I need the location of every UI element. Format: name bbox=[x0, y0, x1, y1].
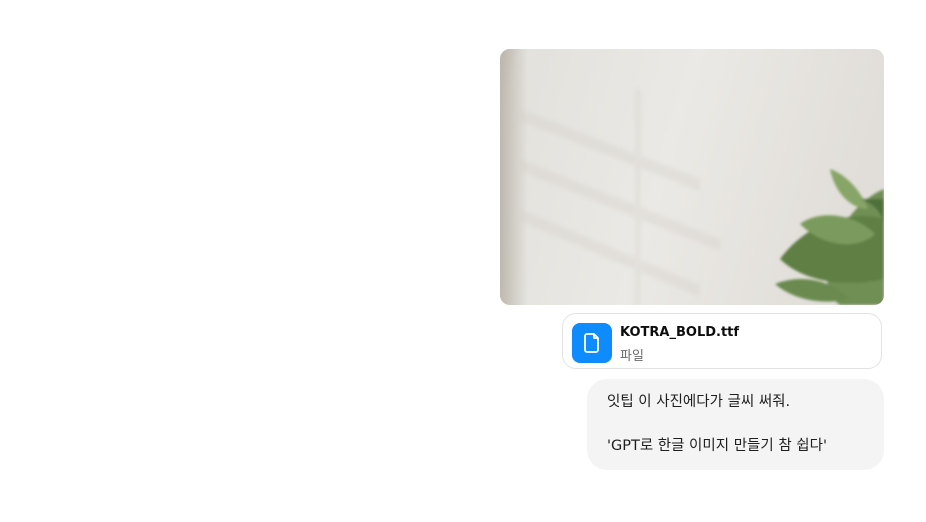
user-message-bubble: 잇팁 이 사진에다가 글씨 써줘. 'GPT로 한글 이미지 만들기 참 쉽다' bbox=[587, 379, 884, 470]
message-line-1: 잇팁 이 사진에다가 글씨 써줘. bbox=[607, 394, 791, 410]
file-name: KOTRA_BOLD.ttf bbox=[620, 325, 740, 340]
file-attachment-card[interactable]: KOTRA_BOLD.ttf 파일 bbox=[562, 313, 882, 369]
photo-wall-plant-image bbox=[500, 49, 884, 305]
attached-photo[interactable] bbox=[500, 49, 884, 305]
file-icon-badge bbox=[572, 323, 612, 363]
file-type-label: 파일 bbox=[620, 349, 644, 364]
message-line-2: 'GPT로 한글 이미지 만들기 참 쉽다' bbox=[607, 438, 827, 454]
document-icon bbox=[584, 333, 599, 353]
chat-thread: KOTRA_BOLD.ttf 파일 잇팁 이 사진에다가 글씨 써줘. 'GPT… bbox=[0, 0, 926, 522]
